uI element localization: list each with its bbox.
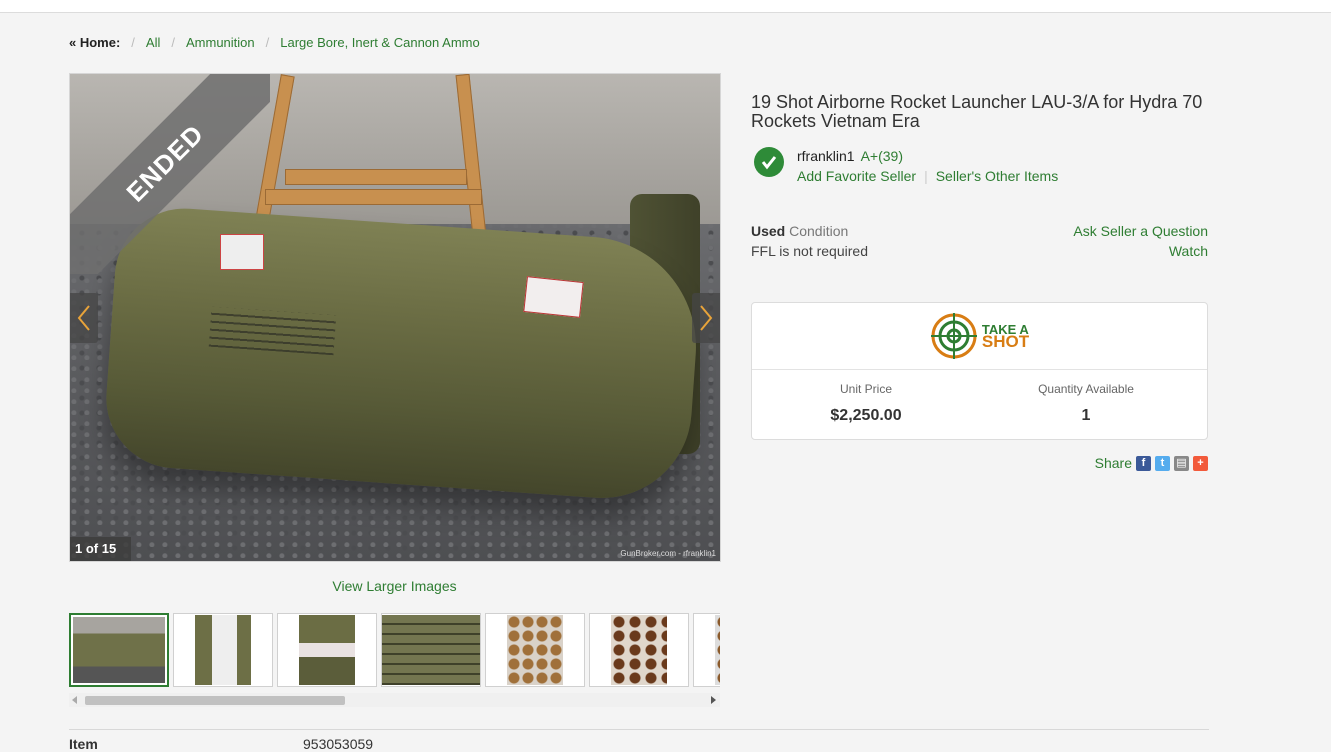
scroll-left-icon[interactable]: [72, 696, 77, 704]
seller-links: Add Favorite Seller | Seller's Other Items: [797, 168, 1058, 184]
watch-link[interactable]: Watch: [1169, 243, 1208, 259]
scroll-right-icon[interactable]: [711, 696, 716, 704]
breadcrumb-separator: /: [131, 35, 135, 50]
breadcrumb-large-bore[interactable]: Large Bore, Inert & Cannon Ammo: [280, 35, 479, 51]
condition: Used Condition: [751, 223, 848, 239]
seller-name[interactable]: rfranklin1: [797, 148, 855, 164]
breadcrumb: « Home: / All / Ammunition / Large Bore,…: [69, 35, 480, 51]
verified-seller-check-icon: [754, 147, 784, 177]
seller-info: rfranklin1 A+(39): [797, 148, 903, 164]
print-icon[interactable]: ▤: [1174, 455, 1189, 471]
unit-price-column: Unit Price $2,250.00: [752, 382, 980, 425]
chevron-left-icon: [77, 305, 90, 331]
image-label-sticker: [523, 276, 584, 318]
seller-rating[interactable]: A+(39): [861, 148, 903, 164]
link-separator: |: [924, 168, 928, 184]
facebook-icon[interactable]: f: [1136, 455, 1151, 471]
image-watermark: GunBroker.com - rfranklin1: [620, 549, 716, 558]
thumbnail[interactable]: [381, 613, 481, 687]
ended-ribbon-text: ENDED: [70, 74, 270, 274]
thumbnail-scrollbar[interactable]: [69, 693, 720, 707]
image-counter: 1 of 15: [70, 537, 131, 561]
seller-other-items-link[interactable]: Seller's Other Items: [936, 168, 1059, 184]
breadcrumb-separator: /: [171, 35, 175, 50]
quantity-available-label: Quantity Available: [1038, 382, 1134, 396]
chevron-right-icon: [700, 305, 713, 331]
thumbnail[interactable]: [693, 613, 720, 687]
condition-label: Condition: [789, 223, 849, 239]
breadcrumb-separator: /: [265, 35, 270, 50]
quantity-column: Quantity Available 1: [972, 382, 1200, 425]
quantity-available-value: 1: [1081, 407, 1091, 424]
breadcrumb-all[interactable]: All: [146, 35, 160, 51]
view-larger-images-link[interactable]: View Larger Images: [69, 578, 720, 594]
item-number-label: Item: [69, 736, 98, 752]
take-a-shot-text: TAKE A SHOT: [981, 323, 1030, 351]
breadcrumb-home[interactable]: « Home:: [69, 35, 120, 51]
share-label: Share: [1094, 455, 1132, 471]
shot-label: SHOT: [981, 332, 1030, 351]
share-bar: Share f t ▤ +: [1095, 455, 1208, 471]
price-box: TAKE A SHOT Unit Price $2,250.00 Quantit…: [751, 302, 1208, 440]
thumbnail[interactable]: [277, 613, 377, 687]
breadcrumb-ammunition[interactable]: Ammunition: [186, 35, 255, 51]
main-product-image[interactable]: ENDED 1 of 15 GunBroker.com - rfranklin1: [69, 73, 721, 562]
ended-ribbon: ENDED: [70, 74, 270, 274]
thumbnail[interactable]: [589, 613, 689, 687]
more-share-icon[interactable]: +: [1193, 455, 1208, 471]
section-divider: [69, 729, 1209, 730]
prev-image-button[interactable]: [70, 293, 98, 343]
thumbnail-strip: [69, 613, 720, 689]
item-number-value: 953053059: [303, 736, 374, 752]
unit-price-value: $2,250.00: [830, 407, 902, 424]
unit-price-label: Unit Price: [839, 382, 892, 396]
thumbnail[interactable]: [485, 613, 585, 687]
ffl-requirement: FFL is not required: [751, 243, 868, 259]
ask-seller-question-link[interactable]: Ask Seller a Question: [1073, 223, 1208, 239]
take-a-shot-badge: TAKE A SHOT: [752, 303, 1207, 370]
target-icon: [930, 313, 977, 359]
top-nav-bar: [0, 0, 1331, 13]
thumbnail[interactable]: [173, 613, 273, 687]
scrollbar-thumb[interactable]: [85, 696, 345, 705]
add-favorite-seller-link[interactable]: Add Favorite Seller: [797, 168, 916, 184]
next-image-button[interactable]: [692, 293, 720, 343]
condition-value: Used: [751, 223, 786, 239]
listing-title: 19 Shot Airborne Rocket Launcher LAU-3/A…: [751, 92, 1203, 131]
twitter-icon[interactable]: t: [1155, 455, 1170, 471]
thumbnail[interactable]: [69, 613, 169, 687]
